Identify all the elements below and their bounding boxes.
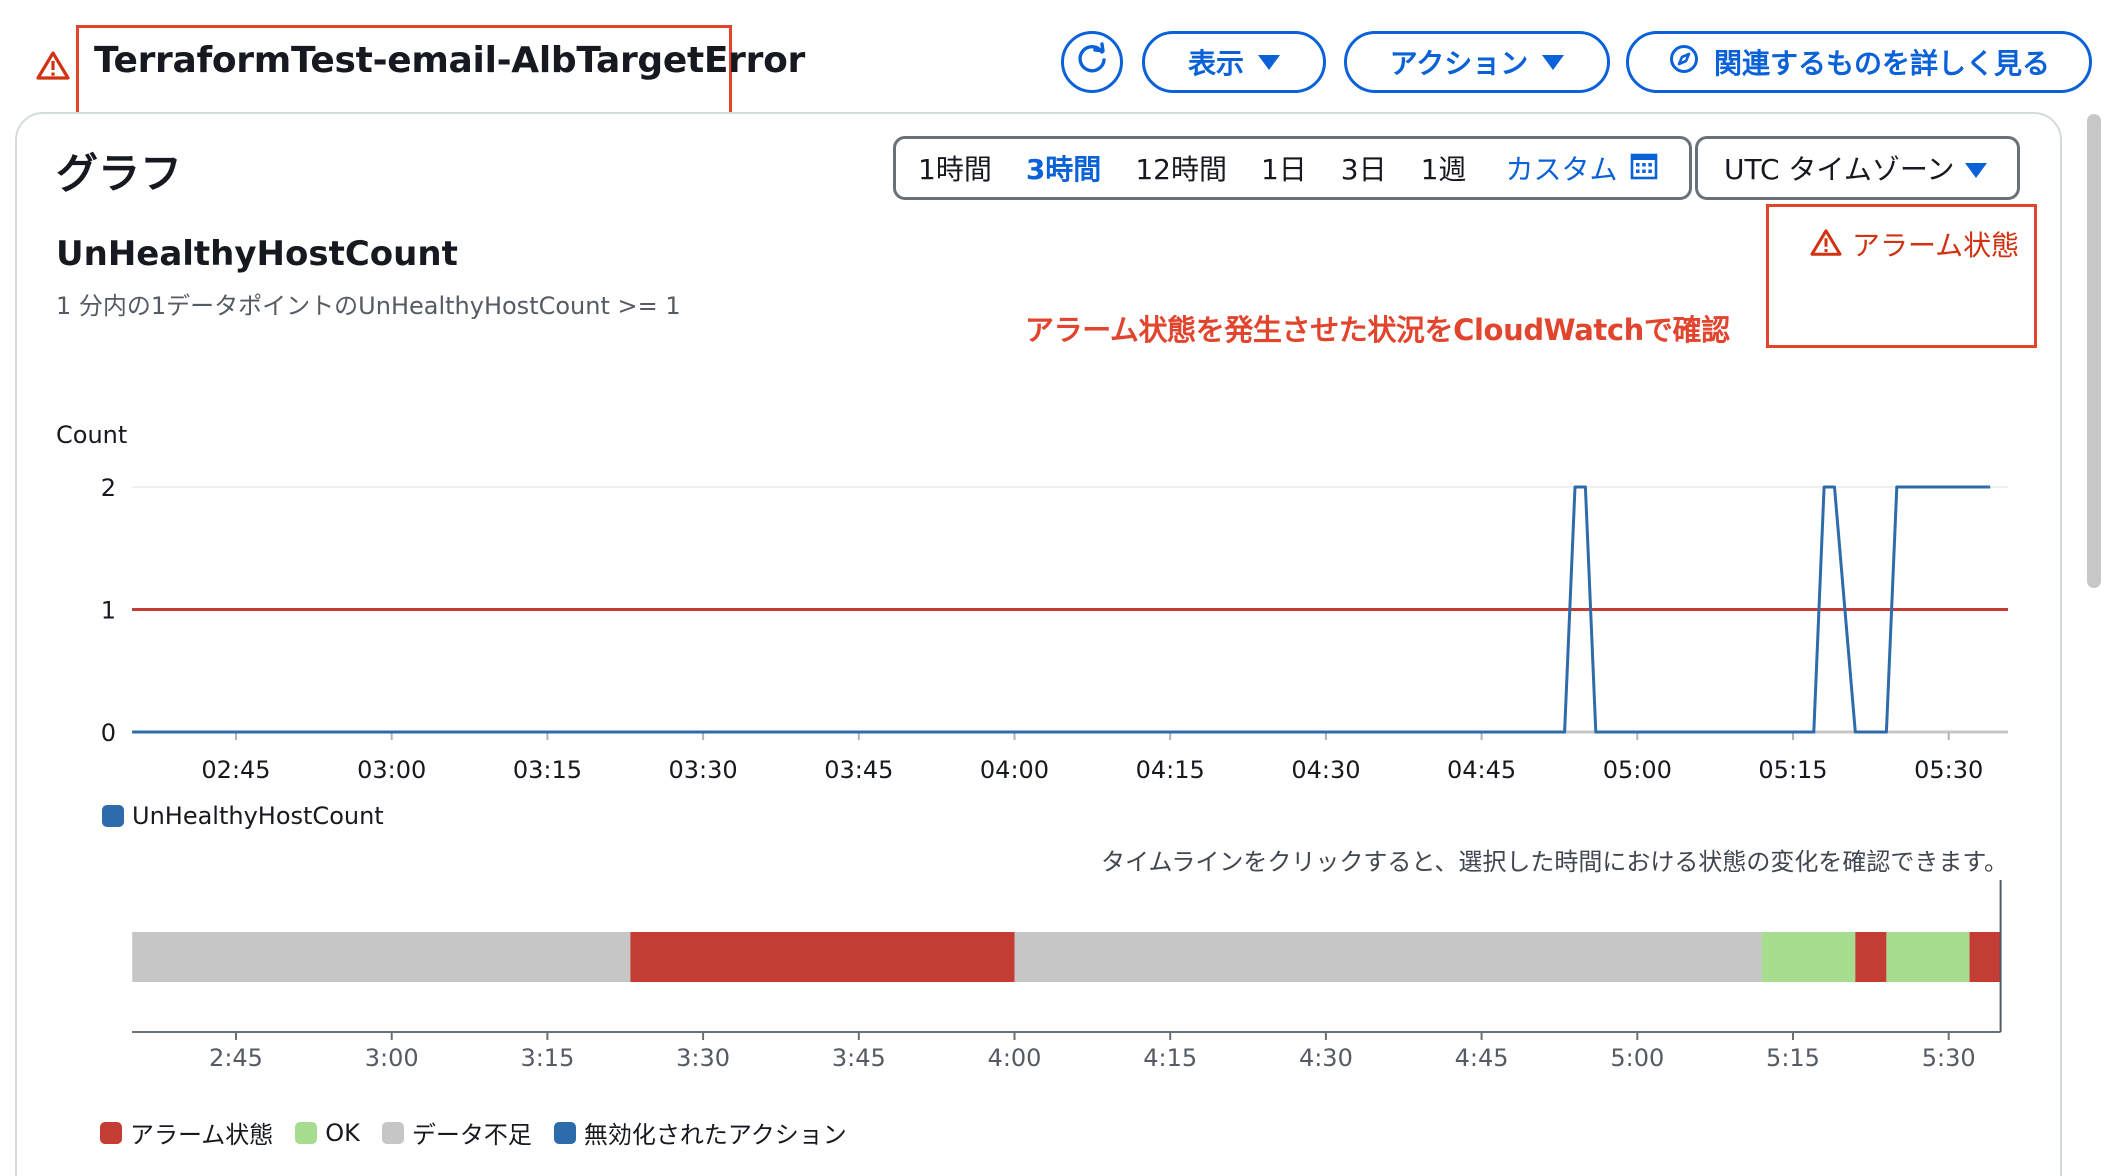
legend-label: アラーム状態 xyxy=(130,1121,274,1149)
y-tick-label: 2 xyxy=(101,474,116,502)
legend-swatch xyxy=(102,805,124,827)
timeline-segment-ok xyxy=(1886,932,1970,982)
metric-legend: UnHealthyHostCount xyxy=(102,802,384,830)
y-tick-label: 1 xyxy=(101,597,116,625)
x-tick-label: 04:45 xyxy=(1447,756,1516,784)
legend-series-label: UnHealthyHostCount xyxy=(132,802,384,830)
timeline-tick-label: 5:15 xyxy=(1766,1044,1820,1072)
timeline-tick-label: 5:30 xyxy=(1922,1044,1976,1072)
timeline-tick-label: 2:45 xyxy=(209,1044,263,1072)
x-tick-label: 05:00 xyxy=(1603,756,1672,784)
timeline-segment-insufficient xyxy=(132,932,631,982)
y-tick-label: 0 xyxy=(101,719,116,747)
x-tick-label: 04:30 xyxy=(1291,756,1360,784)
x-tick-label: 04:15 xyxy=(1136,756,1205,784)
timeline-tick-label: 5:00 xyxy=(1610,1044,1664,1072)
legend-swatch xyxy=(381,1121,404,1144)
timeline-legend-item-insufficient: データ不足 xyxy=(381,1115,532,1150)
timeline-segment-ok xyxy=(1761,932,1856,982)
timeline-tick-label: 3:30 xyxy=(676,1044,730,1072)
timeline-segment-alarm xyxy=(1855,932,1887,982)
timeline-segment-alarm xyxy=(630,932,1015,982)
legend-label: 無効化されたアクション xyxy=(583,1121,847,1149)
timeline-tick-label: 4:15 xyxy=(1143,1044,1197,1072)
x-tick-label: 03:30 xyxy=(669,756,738,784)
legend-swatch xyxy=(100,1121,122,1144)
metric-line-chart[interactable]: 0 1 2 02:45 03:00 03:15 03:30 03:45 04:00 04:15 04… xyxy=(0,0,2106,800)
timeline-segment-alarm xyxy=(1969,932,2001,982)
timeline-tick-label: 4:45 xyxy=(1455,1044,1509,1072)
timeline-legend-item-alarm: アラーム状態 xyxy=(100,1115,273,1150)
legend-swatch xyxy=(295,1121,318,1144)
x-tick-label: 04:00 xyxy=(980,756,1049,784)
timeline-tick-label: 3:15 xyxy=(520,1044,574,1072)
timeline-segment-insufficient xyxy=(1014,932,1762,982)
page-scrollbar[interactable] xyxy=(2087,114,2101,588)
timeline-tick-label: 4:30 xyxy=(1299,1044,1353,1072)
timeline-tick-label: 3:45 xyxy=(832,1044,886,1072)
x-tick-label: 03:45 xyxy=(824,756,893,784)
legend-swatch xyxy=(553,1121,576,1144)
timeline-legend: アラーム状態 OK データ不足 無効化されたアクション xyxy=(100,1115,847,1150)
timeline-legend-item-disabled: 無効化されたアクション xyxy=(553,1115,847,1150)
x-tick-label: 03:15 xyxy=(513,756,582,784)
legend-label: データ不足 xyxy=(411,1121,532,1149)
x-tick-label: 05:30 xyxy=(1914,756,1983,784)
timeline-legend-item-ok: OK xyxy=(295,1115,360,1150)
legend-label: OK xyxy=(325,1118,360,1147)
x-tick-label: 02:45 xyxy=(201,756,270,784)
timeline-tick-label: 4:00 xyxy=(988,1044,1042,1072)
x-tick-label: 05:15 xyxy=(1758,756,1827,784)
x-tick-label: 03:00 xyxy=(357,756,426,784)
timeline-tick-label: 3:00 xyxy=(365,1044,419,1072)
state-timeline-chart[interactable]: 2:45 3:00 3:15 3:30 3:45 4:00 4:15 4:30 4:45 5:00… xyxy=(0,860,2106,1080)
